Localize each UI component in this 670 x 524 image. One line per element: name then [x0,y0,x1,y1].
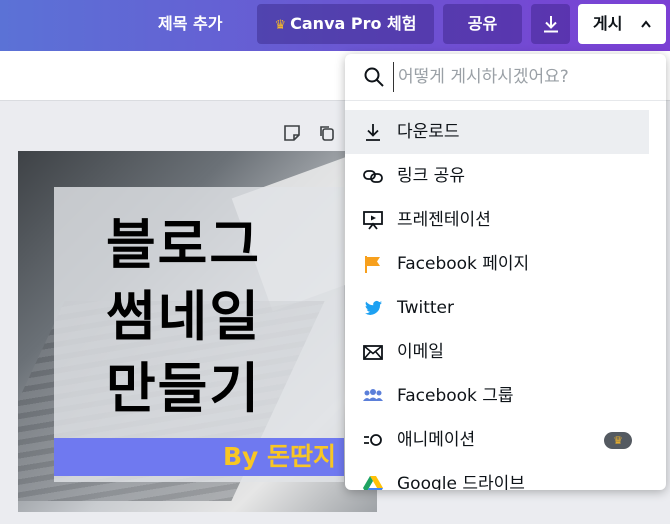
menu-item-facebook-page[interactable]: Facebook 페이지 [345,242,649,286]
publish-label: 게시 [593,14,623,33]
google-drive-icon [363,476,383,490]
top-toolbar: 제목 추가 ♛ Canva Pro 체험 공유 게시 [0,0,670,51]
menu-item-facebook-group[interactable]: Facebook 그룹 [345,374,649,418]
note-icon[interactable] [283,124,301,146]
byline-banner[interactable]: By 돈딴지 [54,438,344,476]
menu-item-label: 프레젠테이션 [397,210,491,230]
design-canvas[interactable]: 블로그 썸네일 만들기 By 돈딴지 [18,151,377,512]
link-icon [363,170,383,183]
menu-item-label: Google 드라이브 [397,474,525,490]
animation-icon [364,434,382,446]
envelope-icon [363,345,383,360]
presentation-icon [363,211,383,230]
group-icon [363,389,383,401]
menu-item-label: 링크 공유 [397,166,465,186]
duplicate-page-icon[interactable] [318,124,336,146]
menu-item-label: 애니메이션 [397,430,476,450]
menu-item-animation[interactable]: 애니메이션 ♛ [345,418,649,462]
publish-dropdown: 다운로드 링크 공유 프레젠테이션 Facebook 페이지 [345,54,666,490]
design-headline[interactable]: 블로그 썸네일 만들기 [106,209,306,425]
publish-search [345,54,666,101]
menu-item-email[interactable]: 이메일 [345,330,649,374]
headline-line-2: 썸네일 [106,285,262,348]
share-button[interactable]: 공유 [443,4,522,44]
publish-options-list: 다운로드 링크 공유 프레젠테이션 Facebook 페이지 Twitter 이… [345,110,649,490]
twitter-bird-icon [364,300,382,315]
menu-item-label: Facebook 그룹 [397,386,514,406]
publish-button[interactable]: 게시 [578,4,666,44]
flag-icon [365,256,380,273]
crown-icon: ♛ [274,18,287,33]
download-icon [366,124,380,141]
headline-line-1: 블로그 [106,213,262,276]
download-button[interactable] [531,4,570,44]
add-title-button[interactable]: 제목 추가 [146,4,234,44]
menu-item-share-link[interactable]: 링크 공유 [345,154,649,198]
menu-item-presentation[interactable]: 프레젠테이션 [345,198,649,242]
headline-line-3: 만들기 [106,357,262,420]
menu-item-label: Facebook 페이지 [397,254,530,274]
pro-crown-badge-icon: ♛ [604,432,632,449]
menu-item-download[interactable]: 다운로드 [345,110,649,154]
menu-item-google-drive[interactable]: Google 드라이브 [345,462,649,490]
menu-item-twitter[interactable]: Twitter [345,286,649,330]
canva-pro-trial-button[interactable]: ♛ Canva Pro 체험 [257,4,434,44]
byline-text: By 돈딴지 [222,442,336,471]
menu-item-label: 이메일 [397,342,444,362]
menu-item-label: Twitter [397,298,454,318]
download-icon [544,16,558,33]
canva-pro-trial-label: Canva Pro 체험 [290,14,417,33]
publish-search-input[interactable] [393,62,653,92]
menu-item-label: 다운로드 [397,122,460,142]
search-icon [364,67,384,87]
